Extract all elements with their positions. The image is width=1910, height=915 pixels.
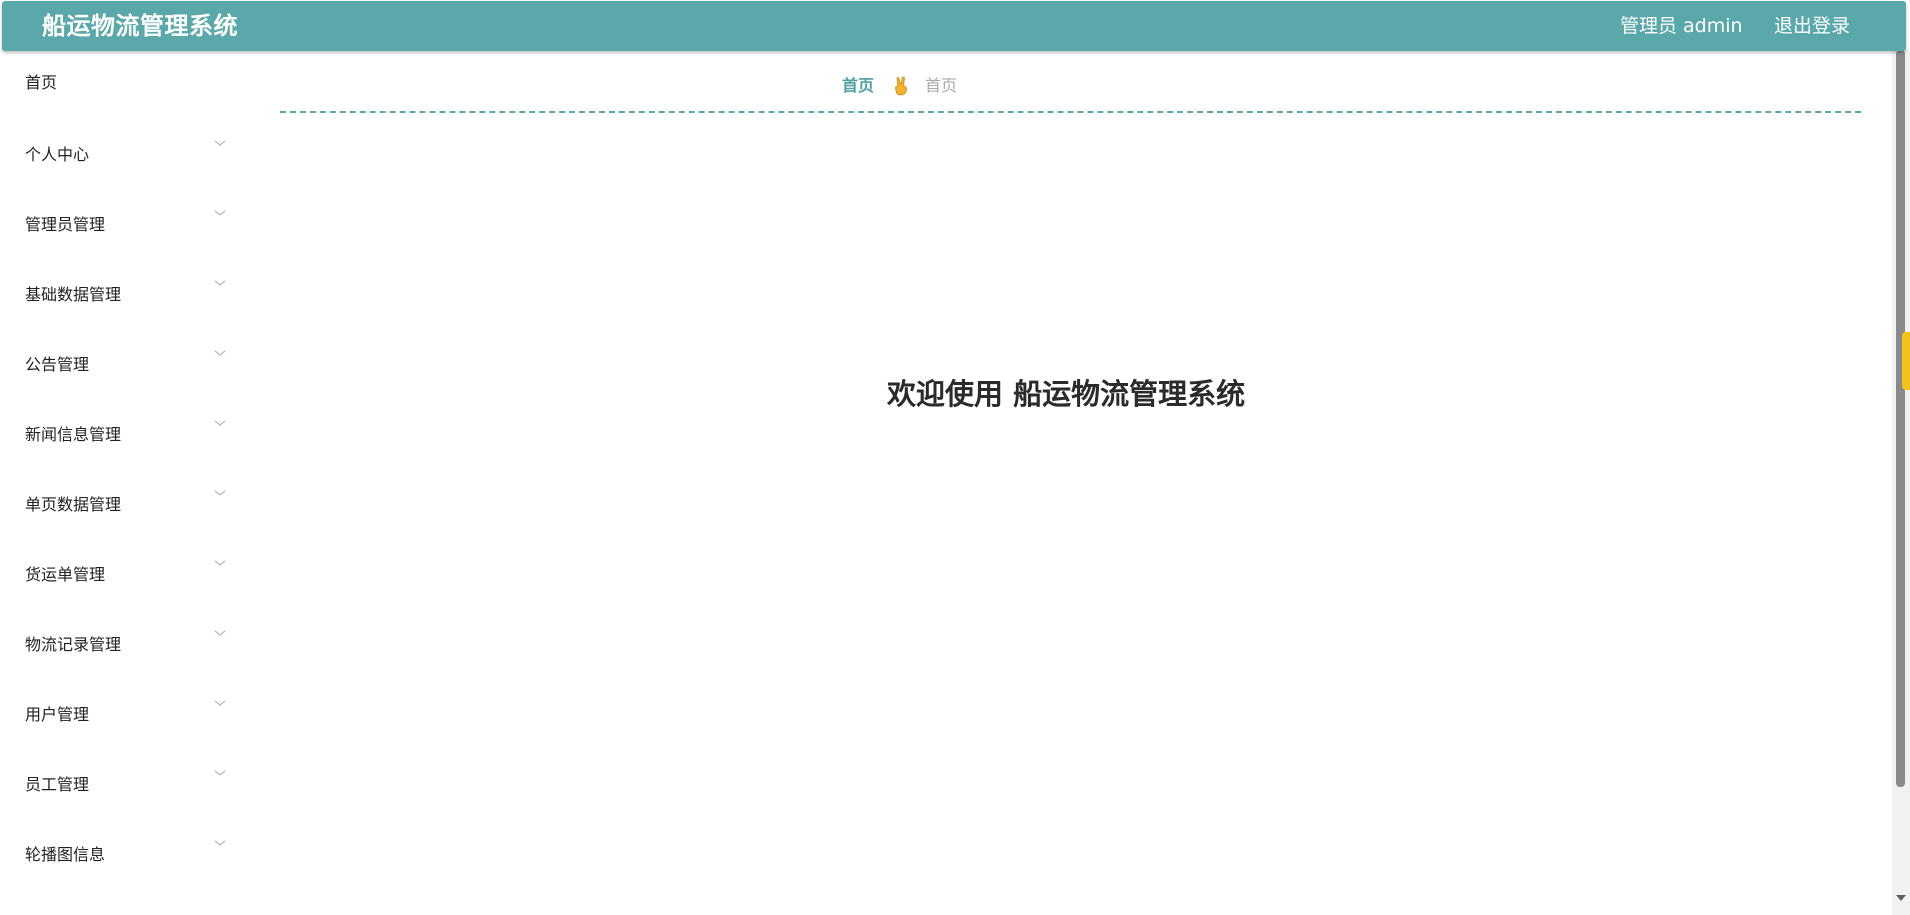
sidebar-item-label: 新闻信息管理 [25, 425, 122, 444]
sidebar-item-personal-center[interactable]: 个人中心 [0, 134, 240, 178]
current-user-label: 管理员 admin [1620, 15, 1743, 37]
breadcrumb-current: 首页 [925, 76, 958, 95]
sidebar-item-label: 公告管理 [25, 355, 90, 374]
sidebar-item-label: 管理员管理 [25, 215, 106, 234]
app-window: 船运物流管理系统 管理员 admin 退出登录 首页 个人中心 管理员管理 基础… [0, 0, 1910, 915]
sidebar-item-admin-management[interactable]: 管理员管理 [0, 204, 240, 248]
sidebar-menu: 首页 个人中心 管理员管理 基础数据管理 公告管理 新闻信息管理 单页数据管理 … [0, 52, 240, 915]
chevron-down-icon [214, 140, 226, 146]
sidebar-item-carousel[interactable]: 轮播图信息 [0, 834, 240, 878]
chevron-down-icon [214, 210, 226, 216]
sidebar-item-label: 单页数据管理 [25, 495, 122, 514]
page-scrollbar[interactable] [1892, 50, 1910, 915]
sidebar-item-label: 首页 [25, 73, 58, 92]
sidebar-item-label: 用户管理 [25, 705, 90, 724]
chevron-down-icon [214, 770, 226, 776]
sidebar-item-label: 物流记录管理 [25, 635, 122, 654]
sidebar-item-home[interactable]: 首页 [0, 62, 240, 106]
breadcrumb-divider [280, 111, 1861, 113]
chevron-down-icon [214, 630, 226, 636]
chevron-down-icon [214, 560, 226, 566]
top-navbar: 船运物流管理系统 管理员 admin 退出登录 [2, 1, 1906, 51]
sidebar-item-label: 轮播图信息 [25, 845, 106, 864]
sidebar-item-label: 员工管理 [25, 775, 90, 794]
scroll-down-arrow-icon[interactable] [1896, 895, 1906, 901]
welcome-message: 欢迎使用 船运物流管理系统 [887, 377, 1246, 411]
breadcrumb-home-link[interactable]: 首页 [842, 74, 874, 98]
sidebar-item-announcements[interactable]: 公告管理 [0, 344, 240, 388]
app-title: 船运物流管理系统 [42, 12, 238, 40]
sidebar-item-waybills[interactable]: 货运单管理 [0, 554, 240, 598]
sidebar-item-logistics-records[interactable]: 物流记录管理 [0, 624, 240, 668]
floating-side-tab[interactable] [1902, 332, 1910, 390]
chevron-down-icon [214, 350, 226, 356]
sidebar-item-news[interactable]: 新闻信息管理 [0, 414, 240, 458]
sidebar-item-users[interactable]: 用户管理 [0, 694, 240, 738]
sidebar-item-label: 基础数据管理 [25, 285, 122, 304]
chevron-down-icon [214, 490, 226, 496]
chevron-down-icon [214, 280, 226, 286]
sidebar-item-single-page-data[interactable]: 单页数据管理 [0, 484, 240, 528]
sidebar-item-label: 货运单管理 [25, 565, 106, 584]
chevron-down-icon [214, 420, 226, 426]
chevron-down-icon [214, 840, 226, 846]
scrollbar-thumb[interactable] [1896, 50, 1905, 787]
sidebar-item-basic-data[interactable]: 基础数据管理 [0, 274, 240, 318]
sidebar-item-employees[interactable]: 员工管理 [0, 764, 240, 808]
victory-hand-icon [895, 76, 907, 96]
logout-button[interactable]: 退出登录 [1774, 13, 1850, 39]
sidebar-item-label: 个人中心 [25, 145, 90, 164]
chevron-down-icon [214, 700, 226, 706]
